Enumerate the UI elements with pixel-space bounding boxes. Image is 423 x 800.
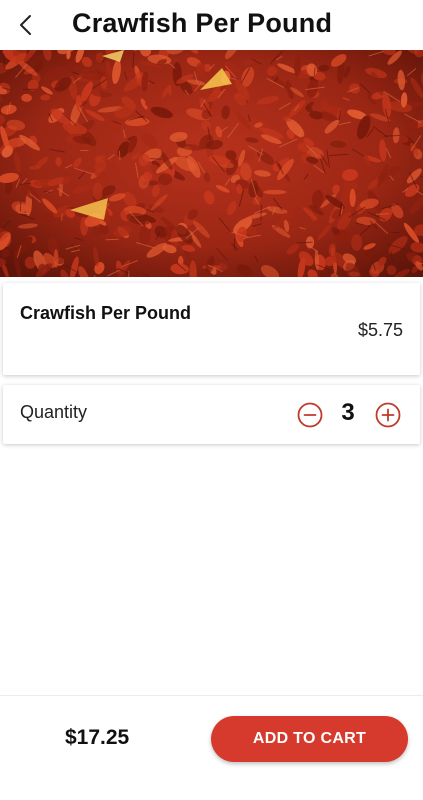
decrease-quantity-button[interactable] [297, 402, 323, 428]
quantity-card: Quantity 3 [3, 385, 420, 444]
product-name: Crawfish Per Pound [20, 303, 192, 323]
increase-quantity-button[interactable] [375, 402, 401, 428]
quantity-value: 3 [341, 399, 355, 426]
quantity-label: Quantity [20, 402, 88, 422]
app-header: Crawfish Per Pound [0, 0, 423, 50]
minus-circle-icon [297, 402, 323, 428]
product-card: Crawfish Per Pound $5.75 [3, 283, 420, 375]
product-price: $5.75 [357, 320, 403, 340]
add-to-cart-button[interactable]: ADD TO CART [211, 716, 408, 762]
product-image [0, 50, 423, 277]
page-title: Crawfish Per Pound [72, 8, 333, 38]
chevron-left-icon [20, 15, 31, 35]
plus-circle-icon [375, 402, 401, 428]
back-button[interactable] [12, 10, 42, 40]
cart-footer: $17.25 ADD TO CART [0, 695, 423, 798]
order-total: $17.25 [65, 726, 130, 749]
